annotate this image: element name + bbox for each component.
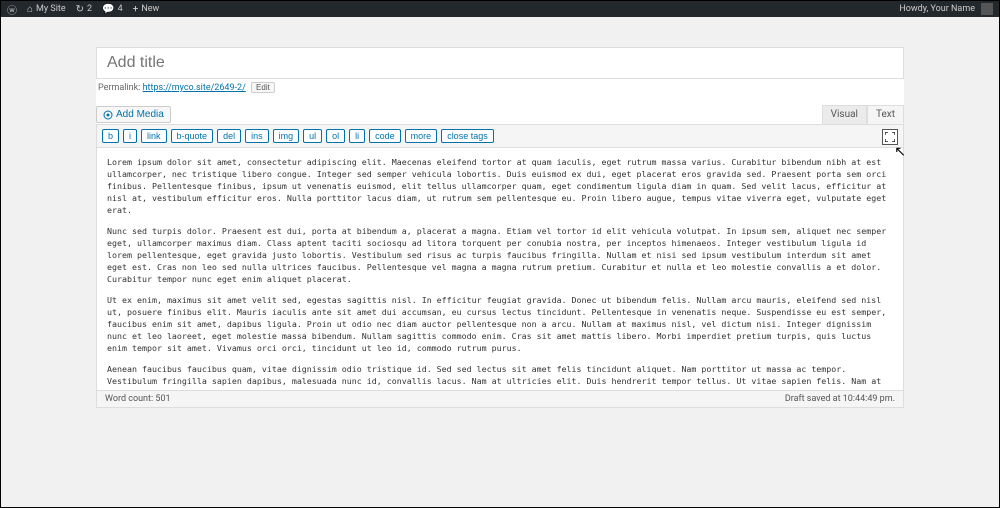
qt-li[interactable]: li xyxy=(349,129,365,143)
tab-text[interactable]: Text xyxy=(867,105,904,124)
updates-link[interactable]: ↻2 xyxy=(76,4,92,15)
status-bar: Word count: 501 Draft saved at 10:44:49 … xyxy=(96,391,904,408)
paragraph: Nunc sed turpis dolor. Praesent est dui,… xyxy=(107,225,893,285)
new-link[interactable]: +New xyxy=(133,4,160,15)
comments-count: 4 xyxy=(118,4,123,14)
qt-i[interactable]: i xyxy=(123,129,137,143)
qt-b-quote[interactable]: b-quote xyxy=(171,129,214,143)
permalink-row: Permalink: https://myco.site/2649-2/ Edi… xyxy=(96,79,904,99)
title-input[interactable] xyxy=(96,47,904,79)
paragraph: Ut ex enim, maximus sit amet velit sed, … xyxy=(107,294,893,354)
howdy-link[interactable]: Howdy, Your Name xyxy=(899,4,975,14)
site-link[interactable]: ⌂My Site xyxy=(27,4,66,15)
qt-code[interactable]: code xyxy=(369,129,401,143)
editor-textarea[interactable]: Lorem ipsum dolor sit amet, consectetur … xyxy=(96,148,904,391)
qt-link[interactable]: link xyxy=(141,129,167,143)
howdy-text: Howdy, Your Name xyxy=(899,4,975,14)
qt-b[interactable]: b xyxy=(102,129,119,143)
site-name: My Site xyxy=(36,4,66,14)
fullscreen-button[interactable] xyxy=(882,129,898,145)
word-count: Word count: 501 xyxy=(105,394,171,404)
qt-del[interactable]: del xyxy=(217,129,241,143)
edit-slug-button[interactable]: Edit xyxy=(251,82,275,93)
updates-count: 2 xyxy=(87,4,92,14)
permalink-url[interactable]: https://myco.site/2649-2/ xyxy=(143,83,246,93)
qt-more[interactable]: more xyxy=(405,129,438,143)
new-label: New xyxy=(141,4,159,14)
permalink-label: Permalink: xyxy=(98,83,140,93)
qt-ol[interactable]: ol xyxy=(326,129,345,143)
admin-bar: ⓦ ⌂My Site ↻2 💬4 +New Howdy, Your Name xyxy=(1,1,999,17)
camera-icon xyxy=(103,110,113,120)
avatar[interactable] xyxy=(981,3,993,15)
paragraph: Lorem ipsum dolor sit amet, consectetur … xyxy=(107,156,893,216)
fullscreen-icon xyxy=(885,132,895,142)
editor-wrap: Permalink: https://myco.site/2649-2/ Edi… xyxy=(1,17,999,507)
cursor-icon: ↖ xyxy=(894,144,906,160)
comments-link[interactable]: 💬4 xyxy=(102,4,123,15)
quicktags-toolbar: b i link b-quote del ins img ul ol li co… xyxy=(96,124,904,148)
tab-visual[interactable]: Visual xyxy=(822,105,867,124)
add-media-label: Add Media xyxy=(116,109,164,120)
qt-img[interactable]: img xyxy=(273,129,300,143)
qt-close-tags[interactable]: close tags xyxy=(441,129,494,143)
qt-ins[interactable]: ins xyxy=(245,129,269,143)
add-media-button[interactable]: Add Media xyxy=(96,106,171,123)
draft-saved: Draft saved at 10:44:49 pm. xyxy=(785,394,895,404)
wp-logo[interactable]: ⓦ xyxy=(7,2,17,17)
paragraph: Aenean faucibus faucibus quam, vitae dig… xyxy=(107,363,893,391)
qt-ul[interactable]: ul xyxy=(303,129,322,143)
editor-tabs: Visual Text xyxy=(822,105,904,124)
